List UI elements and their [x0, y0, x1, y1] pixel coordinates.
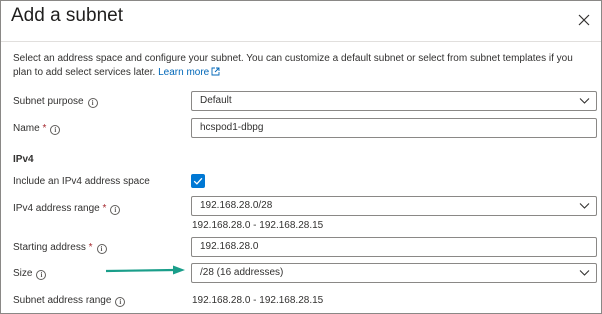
- chevron-down-icon: [579, 270, 590, 276]
- subnet-purpose-dropdown[interactable]: Default: [191, 91, 597, 111]
- subnet-purpose-label: Subnet purpose i: [13, 96, 98, 108]
- ipv4-range-dropdown[interactable]: 192.168.28.0/28: [191, 196, 597, 216]
- dialog-description: Select an address space and configure yo…: [13, 52, 588, 80]
- info-icon[interactable]: i: [115, 297, 126, 307]
- subnet-purpose-value: Default: [200, 95, 232, 106]
- subnet-purpose-text: Subnet purpose: [13, 96, 84, 107]
- info-icon[interactable]: i: [96, 244, 107, 254]
- required-asterisk: *: [88, 242, 93, 253]
- add-subnet-dialog: Add a subnet Select an address space and…: [0, 0, 602, 314]
- ipv4-section-heading: IPv4: [13, 154, 34, 165]
- ipv4-range-value: 192.168.28.0/28: [200, 200, 273, 211]
- checkmark-icon: [193, 177, 203, 185]
- name-label: Name * i: [13, 123, 61, 135]
- name-value: hcspod1-dbpg: [200, 122, 264, 133]
- close-icon[interactable]: [573, 9, 595, 31]
- subnet-address-range-label: Subnet address range i: [13, 295, 126, 307]
- name-input[interactable]: hcspod1-dbpg: [191, 118, 597, 138]
- external-link-icon: [211, 67, 220, 76]
- info-icon[interactable]: i: [87, 98, 98, 108]
- chevron-down-icon: [579, 203, 590, 209]
- required-asterisk: *: [42, 123, 47, 134]
- name-text: Name: [13, 123, 40, 134]
- subnet-address-range-text: Subnet address range: [13, 295, 112, 306]
- ipv4-range-hint: 192.168.28.0 - 192.168.28.15: [192, 220, 324, 231]
- required-asterisk: *: [102, 203, 107, 214]
- include-ipv4-checkbox[interactable]: [191, 174, 205, 188]
- chevron-down-icon: [579, 98, 590, 104]
- include-ipv4-label: Include an IPv4 address space: [13, 176, 150, 187]
- annotation-arrow: [105, 265, 185, 275]
- ipv4-range-label: IPv4 address range * i: [13, 203, 121, 215]
- learn-more-link[interactable]: Learn more: [158, 67, 220, 78]
- info-icon[interactable]: i: [50, 125, 61, 135]
- dialog-header: Add a subnet: [1, 1, 601, 42]
- ipv4-range-text: IPv4 address range: [13, 203, 100, 214]
- dialog-title: Add a subnet: [11, 5, 123, 26]
- starting-address-label: Starting address * i: [13, 242, 107, 254]
- info-icon[interactable]: i: [110, 205, 121, 215]
- info-icon[interactable]: i: [36, 270, 47, 280]
- description-text: Select an address space and configure yo…: [13, 53, 573, 78]
- size-value: /28 (16 addresses): [200, 267, 284, 278]
- subnet-address-range-value: 192.168.28.0 - 192.168.28.15: [192, 295, 324, 306]
- learn-more-label[interactable]: Learn more: [158, 67, 209, 78]
- starting-address-input[interactable]: 192.168.28.0: [191, 237, 597, 257]
- size-text: Size: [13, 268, 33, 279]
- starting-address-text: Starting address: [13, 242, 86, 253]
- starting-address-value: 192.168.28.0: [200, 241, 259, 252]
- size-label: Size i: [13, 268, 47, 280]
- size-dropdown[interactable]: /28 (16 addresses): [191, 263, 597, 283]
